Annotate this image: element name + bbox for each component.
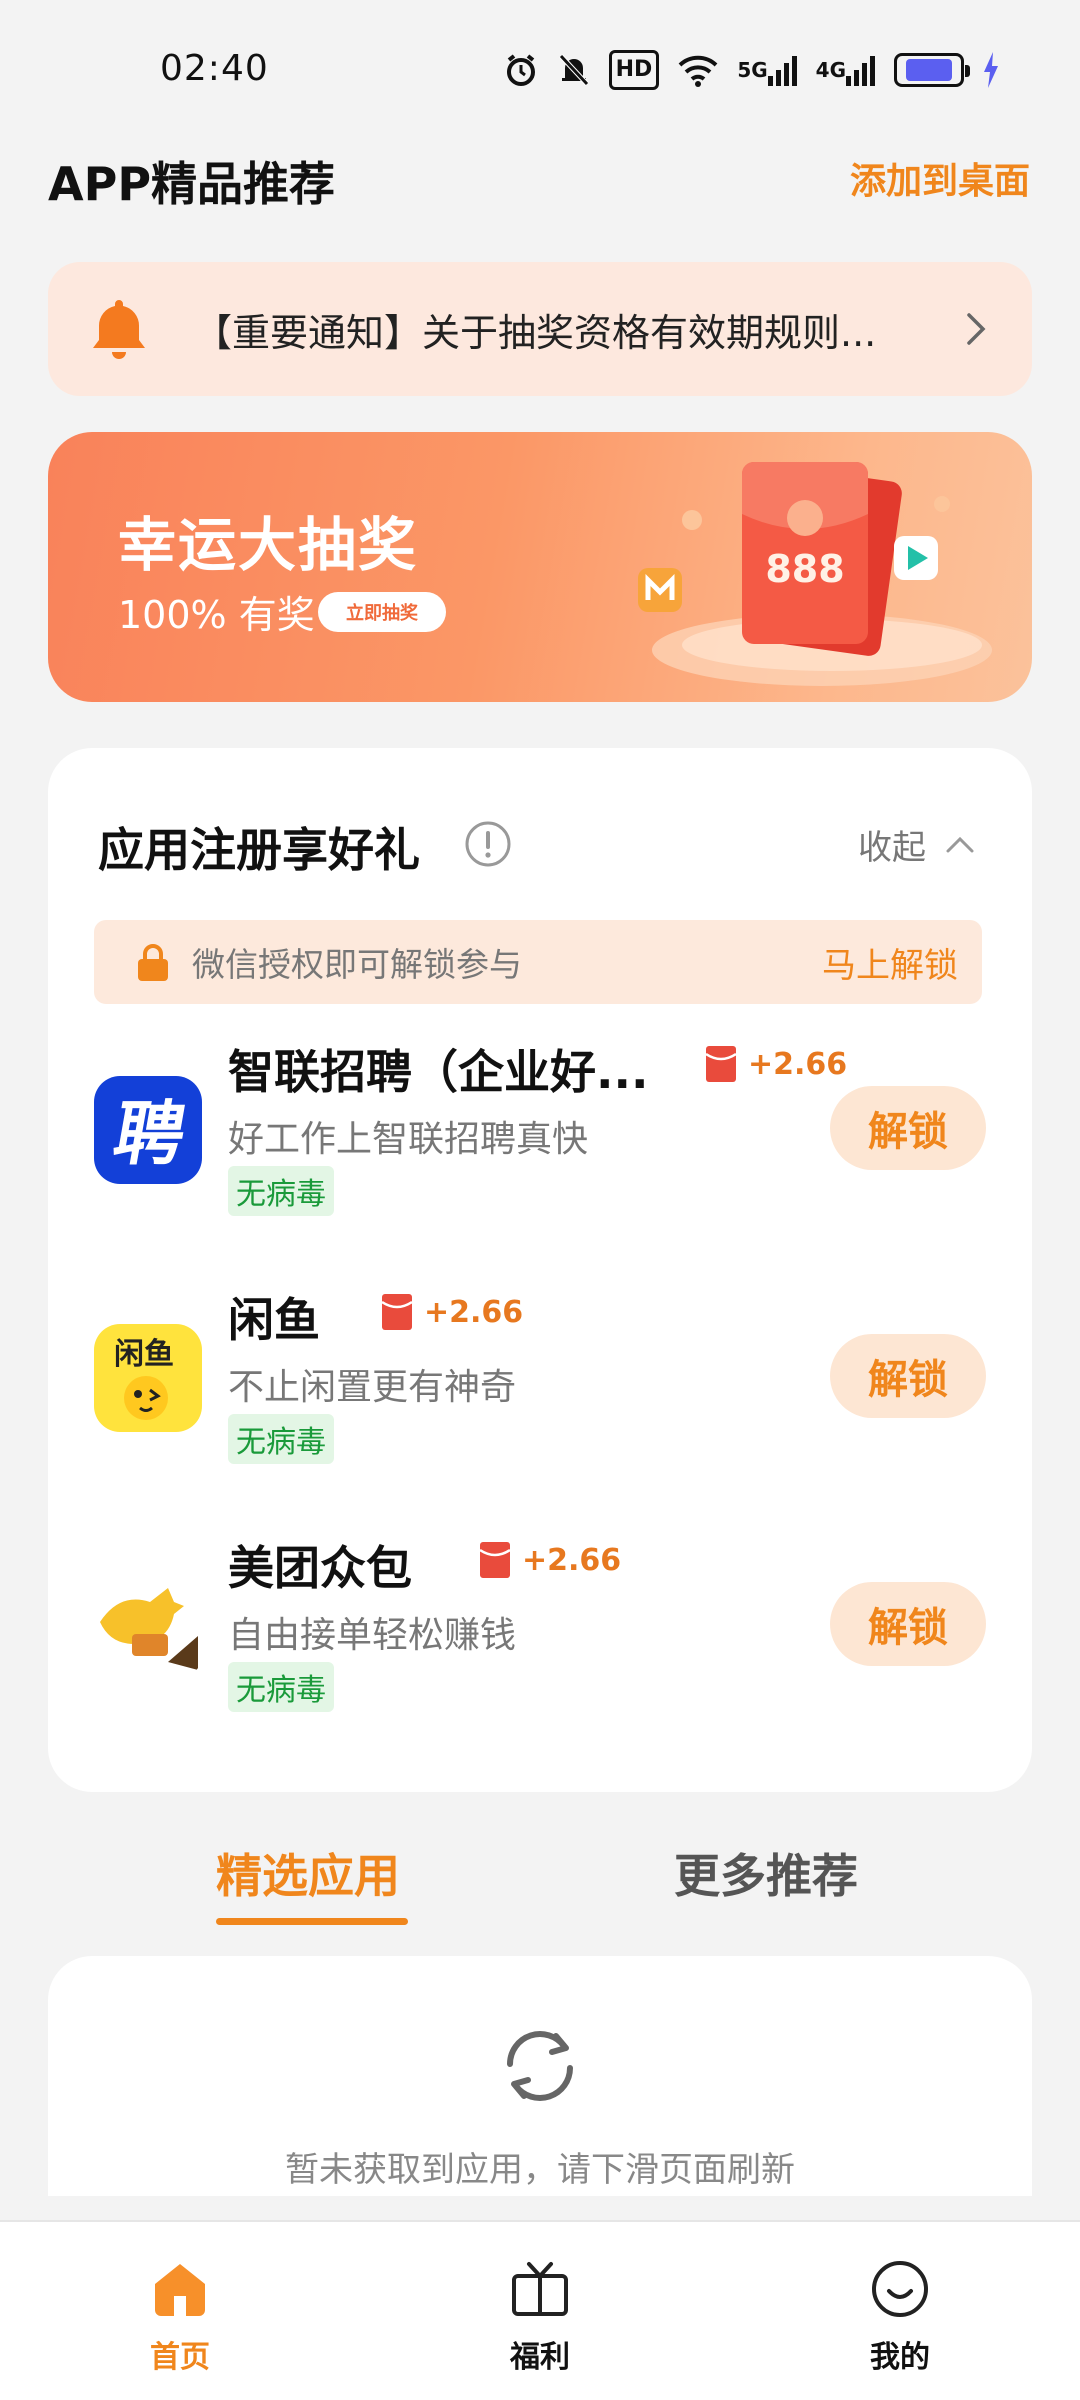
reward-value: +2.66 [748, 1046, 848, 1082]
home-icon [155, 2264, 205, 2316]
collapse-button[interactable]: 收起 [858, 820, 976, 869]
chevron-up-icon [946, 836, 974, 852]
alarm-icon [503, 50, 539, 90]
signal-4g: 4G [816, 50, 876, 90]
xianyu-icon: 闲鱼 [94, 1324, 202, 1432]
unlock-button[interactable]: 解锁 [830, 1582, 986, 1666]
add-to-desktop-button[interactable]: 添加到桌面 [850, 152, 1030, 204]
bell-icon [93, 300, 145, 359]
smile-profile-icon [872, 2261, 928, 2317]
collapse-label: 收起 [858, 828, 926, 868]
zhilian-icon: 聘 [94, 1076, 202, 1184]
red-envelope-icon [706, 1046, 736, 1082]
hd-badge: HD [608, 50, 660, 90]
app-row-xianyu[interactable]: 闲鱼 闲鱼 +2.66 不止闲置更有神奇 无病毒 解锁 [94, 1284, 986, 1484]
nav-mine-label: 我的 [870, 2340, 930, 2375]
reward-tag: +2.66 [480, 1542, 621, 1578]
info-icon[interactable] [464, 820, 512, 868]
refresh-icon[interactable] [492, 2018, 588, 2114]
charging-icon [982, 50, 1000, 90]
virus-free-badge: 无病毒 [228, 1662, 334, 1712]
network-5g-label: 5G [737, 58, 768, 82]
lock-icon [138, 944, 168, 981]
status-icons: HD 5G 4G [503, 50, 1000, 90]
unlock-now-link[interactable]: 马上解锁 [822, 938, 958, 987]
meituan-zhongbao-icon [94, 1572, 202, 1680]
active-tab-indicator [216, 1918, 408, 1925]
nav-home[interactable]: 首页 [100, 2258, 260, 2376]
virus-free-badge: 无病毒 [228, 1414, 334, 1464]
banner-title: 幸运大抽奖 [118, 511, 419, 579]
app-name: 智联招聘（企业好... [228, 1045, 649, 1099]
page-title: APP精品推荐 [48, 157, 336, 211]
nav-home-label: 首页 [150, 2340, 210, 2375]
reward-tag: +2.66 [706, 1046, 847, 1082]
battery-icon [894, 53, 970, 87]
status-bar: 02:40 HD 5G 4G [0, 0, 1080, 130]
red-envelope-illustration: 888 [638, 462, 992, 686]
reward-value: +2.66 [522, 1542, 622, 1578]
app-row-zhilian[interactable]: 聘 智联招聘（企业好... +2.66 好工作上智联招聘真快 无病毒 解锁 [94, 1036, 986, 1236]
nav-mine[interactable]: 我的 [820, 2258, 980, 2376]
network-4g-label: 4G [815, 58, 846, 82]
wechat-unlock-bar: 微信授权即可解锁参与 马上解锁 [94, 920, 982, 1004]
notice-bar[interactable]: 【重要通知】关于抽奖资格有效期规则... [48, 262, 1032, 396]
app-name: 闲鱼 [228, 1293, 320, 1347]
app-row-meituan-zhongbao[interactable]: 美团众包 +2.66 自由接单轻松赚钱 无病毒 解锁 [94, 1532, 986, 1732]
reward-tag: +2.66 [382, 1294, 523, 1330]
draw-now-button[interactable]: 立即抽奖 [318, 592, 446, 632]
svg-text:聘: 聘 [108, 1093, 192, 1174]
app-desc: 好工作上智联招聘真快 [228, 1119, 589, 1160]
empty-state-text: 暂未获取到应用，请下滑页面刷新 [285, 2150, 795, 2190]
envelope-888-text: 888 [765, 547, 844, 591]
nav-welfare[interactable]: 福利 [460, 2258, 620, 2376]
tab-more-recommendations[interactable]: 更多推荐 [674, 1840, 858, 1906]
red-envelope-icon [480, 1542, 510, 1578]
app-desc: 自由接单轻松赚钱 [228, 1615, 517, 1656]
battery-level [905, 59, 953, 81]
banner-subtitle: 100% 有奖 [118, 593, 315, 637]
register-card-title: 应用注册享好礼 [98, 823, 420, 877]
register-rewards-card: 应用注册享好礼 收起 微信授权即可解锁参与 马上解锁 聘 智联招聘（企业好...… [48, 748, 1032, 1792]
gift-tv-icon [512, 2262, 568, 2316]
app-name: 美团众包 [228, 1541, 412, 1595]
unlock-hint: 微信授权即可解锁参与 [192, 945, 522, 984]
unlock-button[interactable]: 解锁 [830, 1086, 986, 1170]
mute-bell-icon [557, 50, 591, 90]
empty-state-card: 暂未获取到应用，请下滑页面刷新 [48, 1956, 1032, 2196]
app-desc: 不止闲置更有神奇 [228, 1367, 517, 1408]
reward-value: +2.66 [424, 1294, 524, 1330]
virus-free-badge: 无病毒 [228, 1166, 334, 1216]
unlock-button[interactable]: 解锁 [830, 1334, 986, 1418]
bottom-navigation: 首页 福利 我的 [0, 2220, 1080, 2400]
tab-featured-apps[interactable]: 精选应用 [216, 1840, 400, 1906]
notice-text: 【重要通知】关于抽奖资格有效期规则... [194, 310, 877, 355]
status-time: 02:40 [160, 48, 269, 89]
red-envelope-icon [382, 1294, 412, 1330]
wifi-icon [677, 50, 719, 90]
lucky-draw-banner[interactable]: 幸运大抽奖 100% 有奖 立即抽奖 888 [48, 432, 1032, 702]
chevron-right-icon [967, 313, 986, 345]
nav-welfare-label: 福利 [510, 2340, 570, 2375]
svg-text:闲鱼: 闲鱼 [114, 1337, 174, 1372]
signal-5g: 5G [737, 50, 797, 90]
